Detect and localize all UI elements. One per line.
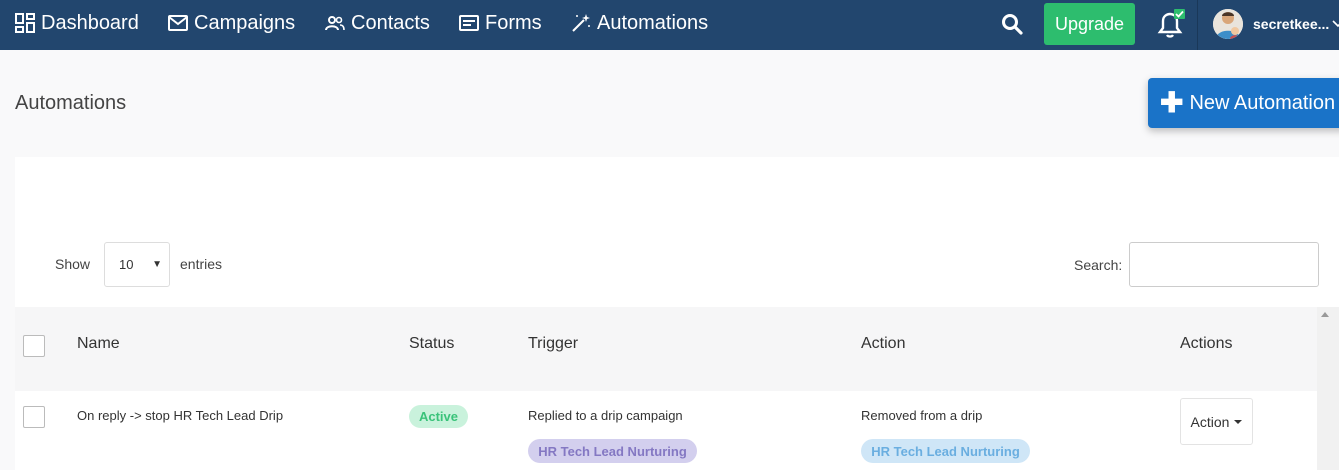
page-length-value: 10: [119, 257, 134, 272]
automation-name[interactable]: On reply -> stop HR Tech Lead Drip: [77, 408, 283, 423]
row-action-dropdown[interactable]: Action: [1180, 398, 1253, 445]
upgrade-button[interactable]: Upgrade: [1044, 3, 1135, 45]
trigger-text: Replied to a drip campaign: [528, 408, 683, 423]
chevron-down-icon: [1332, 20, 1339, 28]
action-text: Removed from a drip: [861, 408, 983, 423]
trigger-tag: HR Tech Lead Nurturing: [528, 439, 697, 463]
nav-forms-label: Forms: [485, 11, 542, 34]
column-header-trigger[interactable]: Trigger: [528, 335, 578, 353]
notification-bell-icon[interactable]: [1154, 8, 1186, 40]
column-header-action[interactable]: Action: [861, 335, 905, 353]
nav-divider: [1197, 0, 1198, 50]
action-tag: HR Tech Lead Nurturing: [861, 439, 1030, 463]
users-icon: [325, 16, 345, 31]
nav-dashboard-label: Dashboard: [41, 11, 139, 34]
row-action-label: Action: [1190, 413, 1230, 430]
caret-down-icon: [1234, 419, 1243, 424]
row-checkbox[interactable]: [23, 406, 45, 428]
nav-dashboard[interactable]: Dashboard: [15, 0, 139, 46]
form-icon: [459, 15, 479, 31]
search-label: Search:: [1074, 257, 1123, 273]
new-automation-label: New Automation: [1189, 91, 1336, 114]
nav-campaigns-label: Campaigns: [194, 11, 296, 34]
column-header-name[interactable]: Name: [77, 335, 120, 353]
nav-contacts[interactable]: Contacts: [325, 0, 430, 46]
dashboard-icon: [15, 13, 35, 33]
username-label: secretkee...: [1253, 16, 1330, 32]
search-icon[interactable]: [1000, 12, 1024, 36]
automations-card: Show 10 ▼ entries Search: Name Status Tr…: [15, 157, 1339, 470]
mail-icon: [168, 15, 188, 31]
column-header-actions: Actions: [1180, 335, 1233, 352]
avatar: [1213, 9, 1243, 39]
select-all-checkbox[interactable]: [23, 335, 45, 357]
show-label: Show: [55, 256, 91, 272]
nav-automations[interactable]: Automations: [571, 0, 708, 46]
page-title: Automations: [15, 92, 127, 114]
nav-forms[interactable]: Forms: [459, 0, 542, 46]
user-menu[interactable]: secretkee...: [1213, 8, 1339, 40]
nav-campaigns[interactable]: Campaigns: [168, 0, 295, 46]
magic-wand-icon: [572, 14, 590, 32]
new-automation-button[interactable]: ✚ New Automation: [1148, 78, 1339, 128]
top-navbar: Dashboard Campaigns Contacts Forms Autom…: [0, 0, 1339, 50]
scroll-up-arrow-icon[interactable]: [1321, 312, 1329, 317]
search-input[interactable]: [1129, 242, 1319, 287]
caret-down-icon: ▼: [152, 259, 162, 270]
table-header: Name Status Trigger Action Actions: [15, 307, 1317, 391]
entries-label: entries: [180, 256, 223, 272]
page-length-select[interactable]: 10 ▼: [104, 242, 170, 287]
nav-automations-label: Automations: [597, 11, 709, 34]
column-header-status[interactable]: Status: [409, 335, 454, 353]
status-badge: Active: [409, 405, 468, 428]
plus-icon: ✚: [1160, 87, 1184, 118]
scrollbar[interactable]: [1317, 307, 1339, 470]
nav-contacts-label: Contacts: [351, 11, 430, 34]
